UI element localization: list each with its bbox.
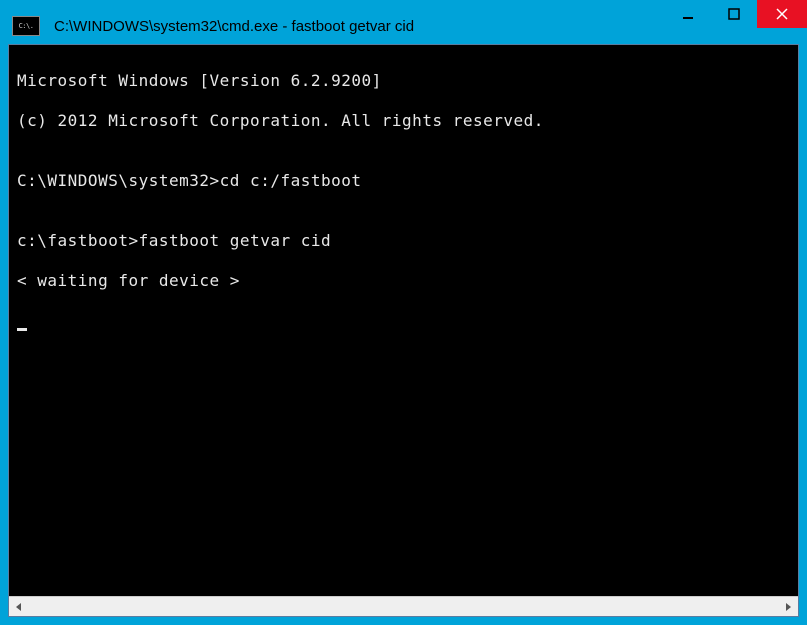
scroll-right-icon[interactable] [778,597,798,617]
cmd-icon-label: C:\. [19,22,34,30]
scroll-track[interactable] [29,597,778,616]
titlebar[interactable]: C:\. C:\WINDOWS\system32\cmd.exe - fastb… [8,8,799,44]
cmd-icon: C:\. [12,16,40,36]
terminal-line: C:\WINDOWS\system32>cd c:/fastboot [17,171,790,191]
horizontal-scrollbar[interactable] [9,596,798,616]
terminal-line: c:\fastboot>fastboot getvar cid [17,231,790,251]
window-controls [665,0,807,30]
terminal-line: < waiting for device > [17,271,790,291]
maximize-icon [728,8,740,20]
terminal-line: (c) 2012 Microsoft Corporation. All righ… [17,111,790,131]
terminal-output[interactable]: Microsoft Windows [Version 6.2.9200] (c)… [9,45,798,596]
maximize-button[interactable] [711,0,757,28]
cmd-window: C:\. C:\WINDOWS\system32\cmd.exe - fastb… [0,0,807,625]
close-icon [776,8,788,20]
close-button[interactable] [757,0,807,28]
minimize-icon [682,8,694,20]
terminal-cursor [17,328,27,331]
minimize-button[interactable] [665,0,711,28]
terminal-container: Microsoft Windows [Version 6.2.9200] (c)… [8,44,799,617]
terminal-line: Microsoft Windows [Version 6.2.9200] [17,71,790,91]
scroll-left-icon[interactable] [9,597,29,617]
